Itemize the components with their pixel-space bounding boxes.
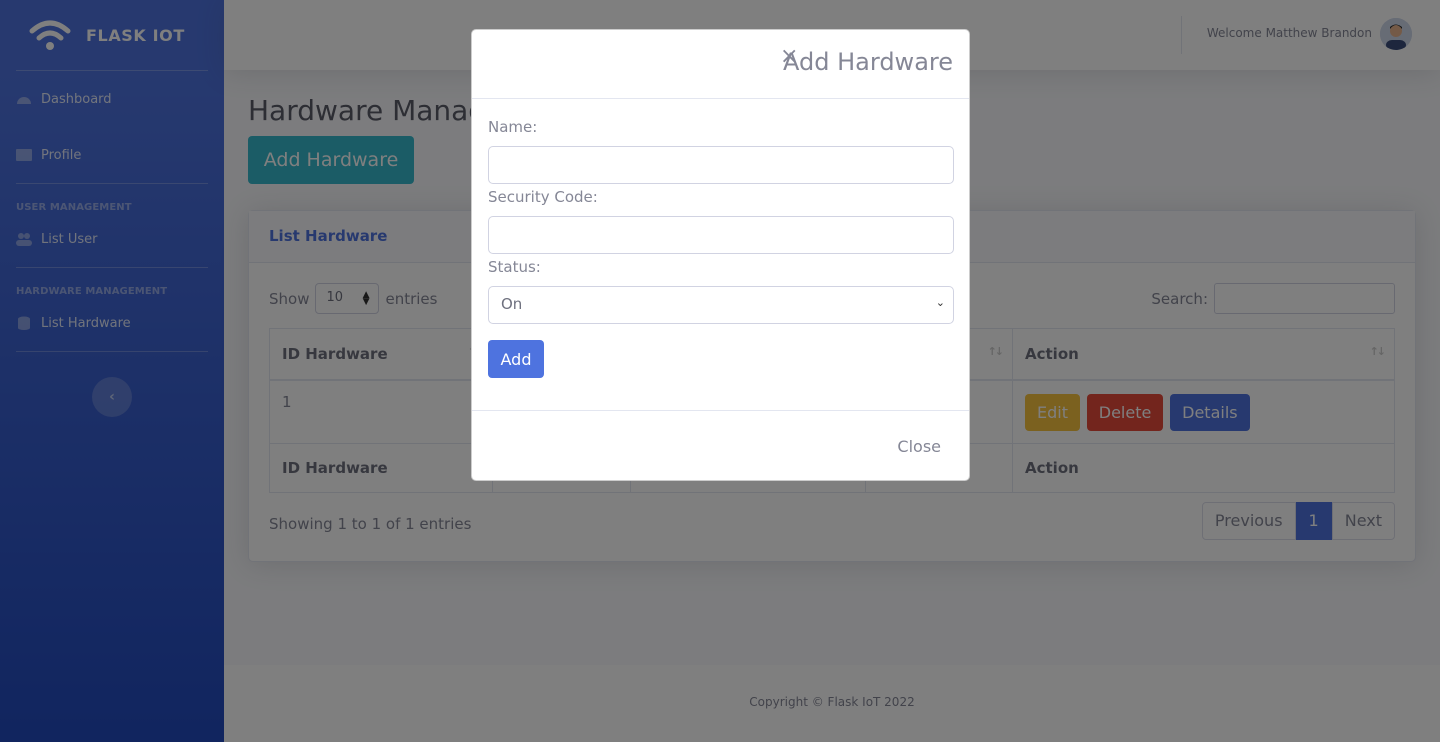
name-label: Name: bbox=[488, 118, 538, 136]
modal-body: Name: Security Code: Status: On ⌄ Add bbox=[472, 99, 969, 411]
security-code-label: Security Code: bbox=[488, 188, 598, 206]
modal-title: Add Hardware bbox=[783, 48, 953, 76]
status-label: Status: bbox=[488, 258, 541, 276]
add-submit-button[interactable]: Add bbox=[488, 340, 544, 378]
name-input[interactable] bbox=[488, 146, 954, 184]
security-code-input[interactable] bbox=[488, 216, 954, 254]
modal-header: × Add Hardware bbox=[472, 30, 969, 99]
chevron-down-icon: ⌄ bbox=[935, 296, 945, 309]
status-selected-value: On bbox=[501, 295, 523, 313]
close-button[interactable]: Close bbox=[897, 437, 941, 456]
add-hardware-modal: × Add Hardware Name: Security Code: Stat… bbox=[471, 29, 970, 481]
status-select[interactable]: On ⌄ bbox=[488, 286, 954, 324]
